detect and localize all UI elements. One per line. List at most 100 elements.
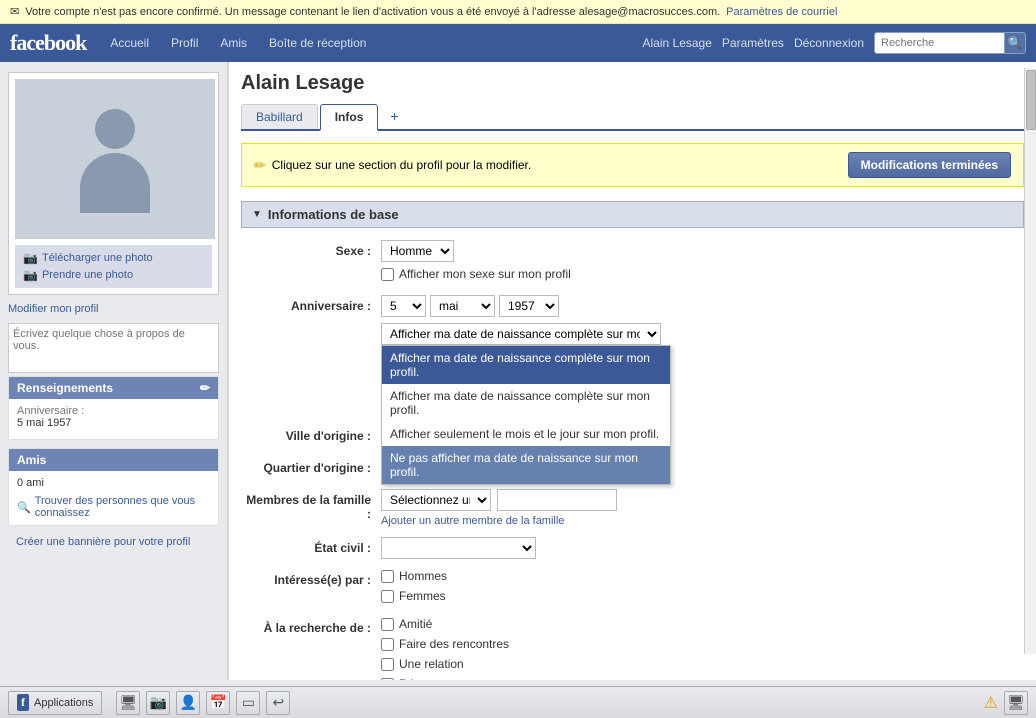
tab-infos[interactable]: Infos <box>320 104 379 131</box>
sexe-field: Homme Afficher mon sexe sur mon profil <box>381 240 1024 285</box>
anniversary-value: 5 mai 1957 <box>17 417 210 429</box>
hommes-label: Hommes <box>399 569 447 583</box>
bday-month-select[interactable]: mai <box>430 295 495 317</box>
profile-tabs: Babillard Infos + <box>241 103 1024 131</box>
bday-display-wrap: Afficher ma date de naissance complète s… <box>381 323 1024 345</box>
tab-babillard[interactable]: Babillard <box>241 104 318 129</box>
etat-civil-label: État civil : <box>241 537 381 555</box>
search-for-col: Amitié Faire des rencontres Une relation… <box>381 617 1024 680</box>
facebook-logo: facebook <box>10 30 86 56</box>
bday-option-3[interactable]: Afficher seulement le mois et le jour su… <box>382 422 670 446</box>
silhouette-body <box>80 153 150 213</box>
amis-title: Amis <box>17 453 46 467</box>
anniversaire-row: Anniversaire : 5 mai 1957 Affich <box>241 295 1024 345</box>
nav-accueil[interactable]: Accueil <box>100 30 159 56</box>
relation-label: Une relation <box>399 657 464 671</box>
renseignements-header: Renseignements ✏ <box>9 377 218 399</box>
famille-field: Sélectionnez un I Ajouter un autre membr… <box>381 489 1024 527</box>
profile-name: Alain Lesage <box>241 72 1024 95</box>
take-photo-link[interactable]: 📷 Prendre une photo <box>23 268 204 282</box>
nav-amis[interactable]: Amis <box>210 30 257 56</box>
taskbar-icon-window[interactable]: ▭ <box>236 691 260 715</box>
famille-name-input[interactable] <box>497 489 617 511</box>
section-title: Informations de base <box>268 207 399 222</box>
taskbar-icon-camera[interactable]: 📷 <box>146 691 170 715</box>
anniversaire-field: 5 mai 1957 Afficher ma date de naissance… <box>381 295 1024 345</box>
show-sex-checkbox[interactable] <box>381 268 394 281</box>
sexe-label: Sexe : <box>241 240 381 258</box>
sidebar: 📷 Télécharger une photo 📷 Prendre une ph… <box>0 62 228 680</box>
recherche-field: Amitié Faire des rencontres Une relation… <box>381 617 1024 680</box>
nav-settings[interactable]: Paramètres <box>722 36 784 50</box>
ville-label: Ville d'origine : <box>241 425 381 443</box>
done-button[interactable]: Modifications terminées <box>848 152 1011 178</box>
rencontres-checkbox[interactable] <box>381 638 394 651</box>
modify-profile-link[interactable]: Modifier mon profil <box>8 303 219 315</box>
reseautage-row: Réseautage <box>381 677 1024 680</box>
friends-count: 0 ami <box>17 477 210 489</box>
tab-add[interactable]: + <box>380 103 408 129</box>
renseignements-title: Renseignements <box>17 381 113 395</box>
search-button[interactable]: 🔍 <box>1004 32 1026 54</box>
bday-option-2[interactable]: Afficher ma date de naissance complète s… <box>382 384 670 422</box>
famille-label: Membres de la famille : <box>241 489 381 521</box>
interesse-label: Intéressé(e) par : <box>241 569 381 587</box>
femmes-row: Femmes <box>381 589 1024 603</box>
taskbar: f Applications 🖥 📷 👤 📅 ▭ ↩ ⚠ 🖥 <box>0 686 1036 718</box>
applications-button[interactable]: f Applications <box>8 691 102 715</box>
rencontres-label: Faire des rencontres <box>399 637 509 651</box>
notification-link[interactable]: Paramètres de courriel <box>726 6 837 18</box>
reseautage-checkbox[interactable] <box>381 678 394 681</box>
sexe-select[interactable]: Homme <box>381 240 454 262</box>
content-area: Alain Lesage Babillard Infos + ✏ Cliquez… <box>228 62 1036 680</box>
anniversary-label: Anniversaire : <box>17 405 210 417</box>
bday-day-select[interactable]: 5 <box>381 295 426 317</box>
profile-picture <box>15 79 215 239</box>
renseignements-content: Anniversaire : 5 mai 1957 <box>9 399 218 439</box>
amitie-checkbox[interactable] <box>381 618 394 631</box>
profile-silhouette <box>75 109 155 209</box>
pic-actions: 📷 Télécharger une photo 📷 Prendre une ph… <box>15 245 212 288</box>
etat-civil-select[interactable] <box>381 537 536 559</box>
nav-username[interactable]: Alain Lesage <box>643 36 712 50</box>
take-photo-label: Prendre une photo <box>42 269 133 281</box>
search-input[interactable] <box>874 32 1004 54</box>
rencontres-row: Faire des rencontres <box>381 637 1024 651</box>
applications-label: Applications <box>34 697 93 709</box>
taskbar-icon-person[interactable]: 👤 <box>176 691 200 715</box>
nav-inbox[interactable]: Boîte de réception <box>259 30 376 56</box>
bday-option-1[interactable]: Afficher ma date de naissance complète s… <box>382 346 670 384</box>
taskbar-icon-calendar[interactable]: 📅 <box>206 691 230 715</box>
info-notice-left: ✏ Cliquez sur une section du profil pour… <box>254 157 531 174</box>
taskbar-icons: 🖥 📷 👤 📅 ▭ ↩ <box>116 691 290 715</box>
scroll-thumb[interactable] <box>1026 70 1036 130</box>
quartier-label: Quartier d'origine : <box>241 457 381 475</box>
bday-display-select[interactable]: Afficher ma date de naissance complète s… <box>381 323 661 345</box>
taskbar-right: ⚠ 🖥 <box>984 691 1028 715</box>
edit-icon[interactable]: ✏ <box>200 381 210 395</box>
renseignements-section: Renseignements ✏ Anniversaire : 5 mai 19… <box>8 376 219 440</box>
add-family-link[interactable]: Ajouter un autre membre de la famille <box>381 515 1024 527</box>
amitie-row: Amitié <box>381 617 1024 631</box>
etat-civil-field <box>381 537 1024 559</box>
famille-select[interactable]: Sélectionnez un I <box>381 489 491 511</box>
upload-photo-link[interactable]: 📷 Télécharger une photo <box>23 251 204 265</box>
nav-logout[interactable]: Déconnexion <box>794 36 864 50</box>
info-notice-text: Cliquez sur une section du profil pour l… <box>272 158 531 172</box>
nav-profil[interactable]: Profil <box>161 30 208 56</box>
taskbar-icon-monitor[interactable]: 🖥 <box>116 691 140 715</box>
relation-checkbox[interactable] <box>381 658 394 671</box>
bday-option-4[interactable]: Ne pas afficher ma date de naissance sur… <box>382 446 670 484</box>
bday-year-select[interactable]: 1957 <box>499 295 559 317</box>
create-banner-link[interactable]: Créer une bannière pour votre profil <box>8 536 219 548</box>
taskbar-icon-arrow[interactable]: ↩ <box>266 691 290 715</box>
reseautage-label: Réseautage <box>399 677 464 680</box>
bio-textarea[interactable] <box>8 323 219 373</box>
taskbar-display-icon[interactable]: 🖥 <box>1004 691 1028 715</box>
find-friends-link[interactable]: 🔍 Trouver des personnes que vous connais… <box>17 495 210 519</box>
hommes-checkbox[interactable] <box>381 570 394 583</box>
notification-bar: ✉ Votre compte n'est pas encore confirmé… <box>0 0 1036 24</box>
amis-header: Amis <box>9 449 218 471</box>
femmes-checkbox[interactable] <box>381 590 394 603</box>
scrollbar[interactable] <box>1024 68 1036 654</box>
